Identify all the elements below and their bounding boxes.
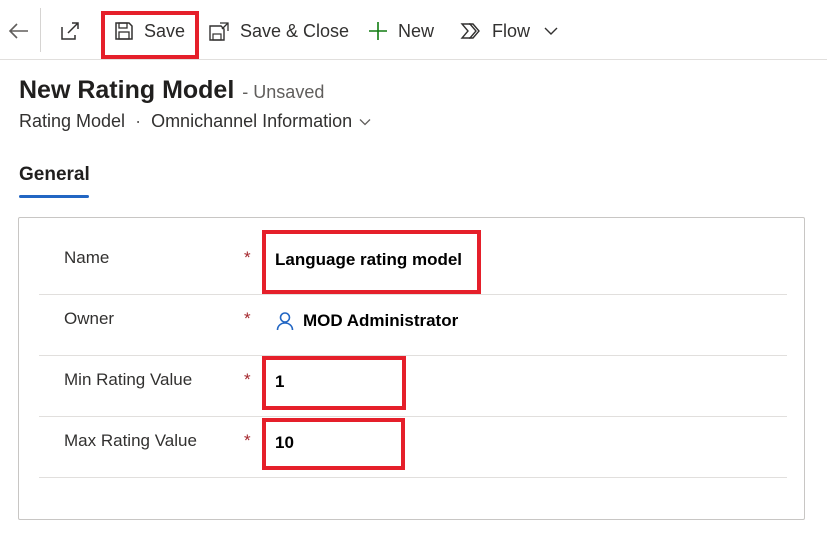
plus-icon [368,21,388,41]
required-indicator: * [244,431,251,450]
save-highlight-box [101,11,199,59]
min-rating-highlight-box [262,356,406,410]
owner-link[interactable]: MOD Administrator [303,311,458,331]
save-and-close-icon [208,20,230,42]
back-button[interactable] [6,10,32,52]
field-row-max-rating: Max Rating Value * 10 [39,417,787,478]
save-and-close-label: Save & Close [240,20,350,41]
back-arrow-icon [6,18,32,44]
page-title: New Rating Model [19,76,235,104]
field-label: Min Rating Value [64,370,193,389]
required-indicator: * [244,370,251,389]
tab-general[interactable]: General [19,164,90,186]
field-label: Owner [64,309,115,328]
open-in-new-window-icon [58,19,82,43]
form-selector[interactable]: Omnichannel Information [151,111,372,132]
save-and-close-button[interactable]: Save & Close [208,10,349,52]
required-indicator: * [244,309,251,328]
field-label: Max Rating Value [64,431,197,450]
max-rating-highlight-box [262,418,405,470]
unsaved-status: - Unsaved [242,82,325,102]
more-commands-button[interactable] [542,10,560,52]
chevron-down-icon [542,22,560,40]
chevron-down-icon [358,115,372,129]
form-selector-label: Omnichannel Information [151,111,353,131]
breadcrumb-separator: · [135,111,142,131]
new-label: New [398,20,435,41]
field-row-min-rating: Min Rating Value * 1 [39,356,787,417]
new-button[interactable]: New [368,10,434,52]
toolbar-divider [40,8,41,52]
popout-button[interactable] [58,10,82,52]
flow-icon [460,21,482,41]
entity-name: Rating Model [19,111,126,131]
flow-button[interactable]: Flow [460,10,530,52]
field-label: Name [64,248,110,267]
form-header: New Rating Model - Unsaved [19,76,324,105]
owner-lookup[interactable]: MOD Administrator [275,311,458,331]
flow-label: Flow [492,20,531,41]
active-tab-indicator [19,195,89,198]
required-indicator: * [244,248,251,267]
field-row-owner: Owner * MOD Administrator [39,295,787,356]
entity-breadcrumb: Rating Model · Omnichannel Information [19,111,372,132]
name-highlight-box [262,230,481,294]
person-icon [275,311,295,331]
